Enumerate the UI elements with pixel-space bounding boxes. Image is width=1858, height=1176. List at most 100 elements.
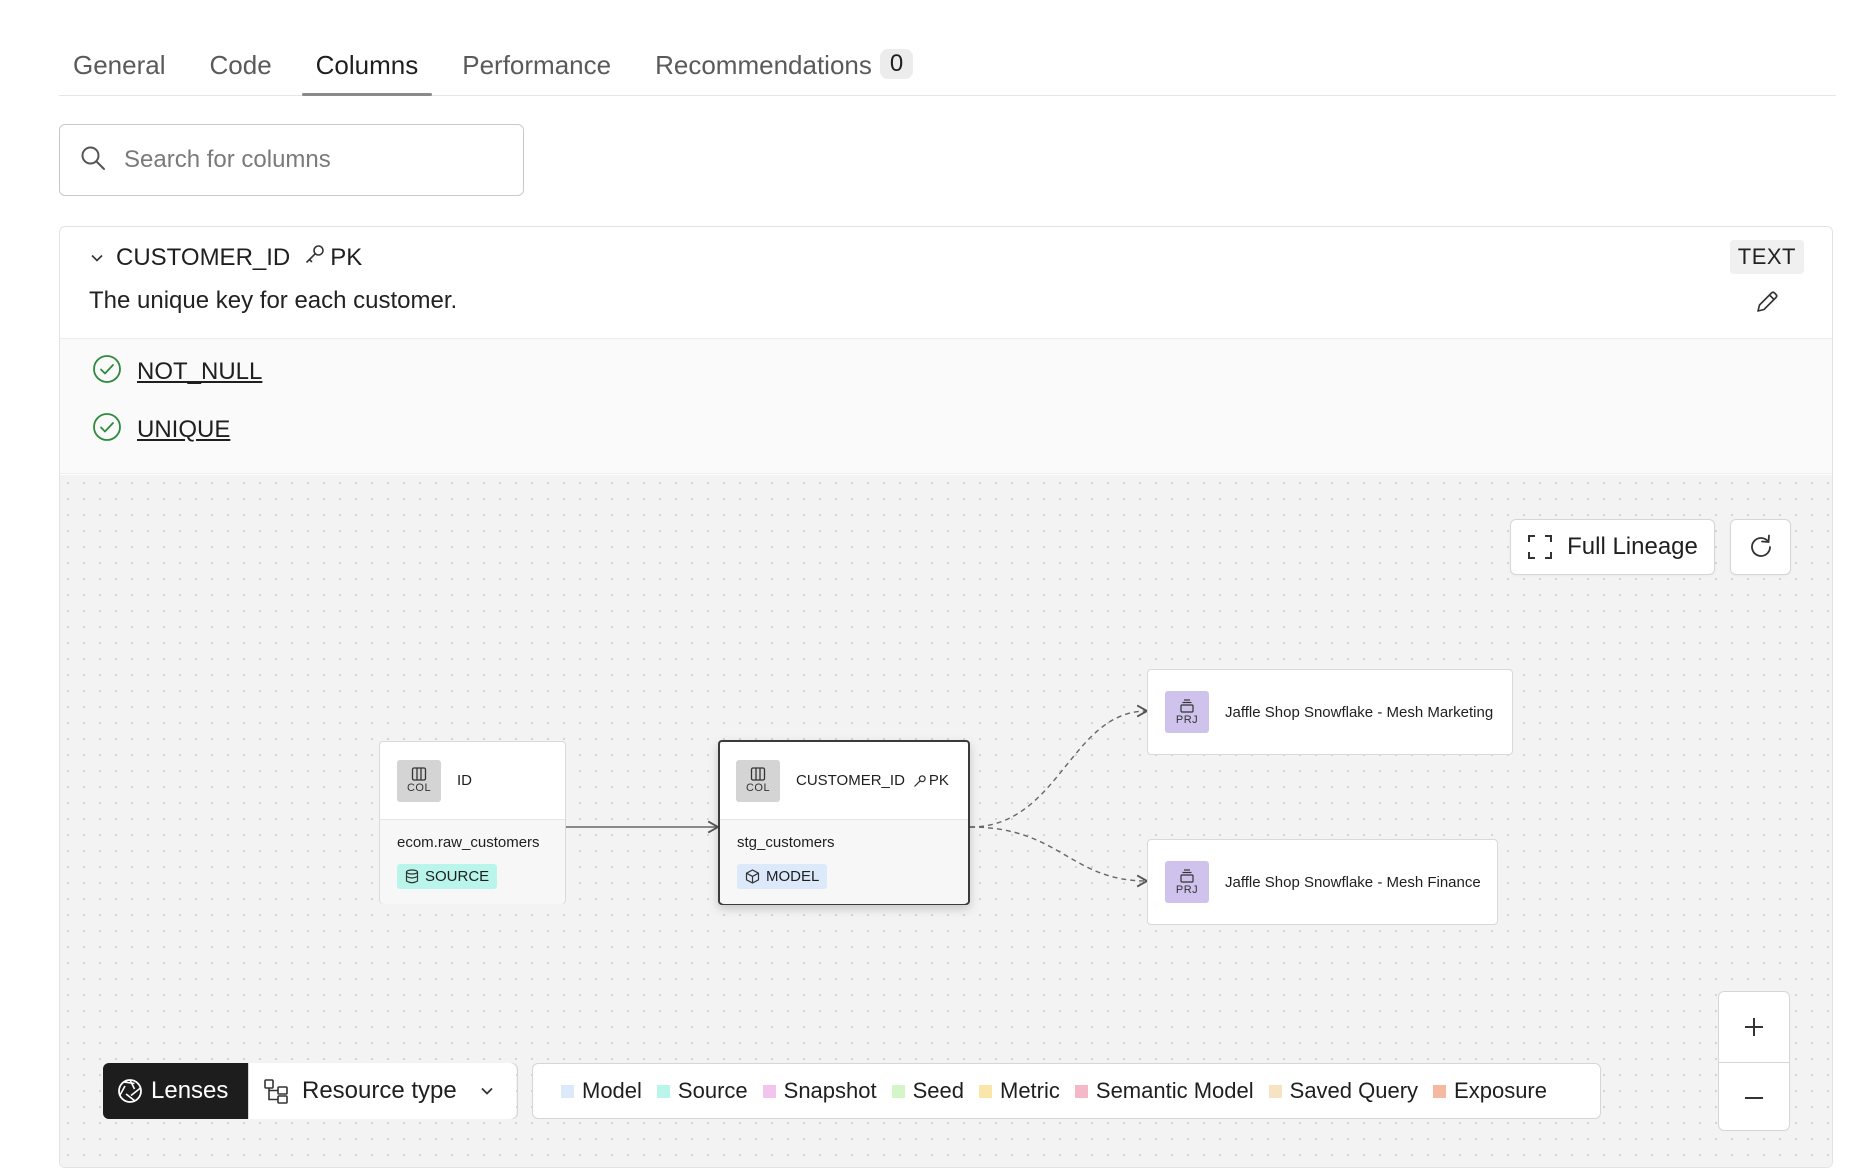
column-header: CUSTOMER_ID PK The unique key for each c… <box>60 227 1832 339</box>
legend-label: Exposure <box>1454 1078 1547 1103</box>
column-title-row: CUSTOMER_ID PK <box>90 243 362 272</box>
zoom-out-button[interactable] <box>1719 1062 1789 1130</box>
search-input[interactable] <box>124 146 504 174</box>
test-item: NOT_NULL <box>92 354 1832 387</box>
column-description: The unique key for each customer. <box>89 287 458 314</box>
full-lineage-button[interactable]: Full Lineage <box>1510 519 1715 575</box>
project-icon: PRJ <box>1165 861 1209 903</box>
recommendations-count-badge: 0 <box>879 49 914 79</box>
column-icon: COL <box>736 759 780 802</box>
chevron-down-icon[interactable] <box>90 251 104 265</box>
primary-key-indicator: PK <box>304 243 362 272</box>
legend-swatch <box>1268 1084 1282 1098</box>
legend-swatch <box>891 1084 905 1098</box>
legend-item: Source <box>656 1078 748 1104</box>
legend-label: Saved Query <box>1289 1078 1419 1103</box>
legend-item: Saved Query <box>1268 1078 1419 1104</box>
node-resource-name: stg_customers <box>737 834 835 851</box>
column-tests: NOT_NULL UNIQUE <box>60 339 1832 474</box>
legend-item: Seed <box>891 1078 964 1104</box>
plus-icon <box>1742 1015 1766 1039</box>
lenses-label: Lenses <box>151 1077 229 1104</box>
lineage-node-project-marketing[interactable]: PRJ Jaffle Shop Snowflake - Mesh Marketi… <box>1147 669 1513 755</box>
refresh-button[interactable] <box>1730 519 1791 575</box>
zoom-in-button[interactable] <box>1719 992 1789 1062</box>
edge-model-to-marketing <box>969 704 1149 828</box>
legend-label: Snapshot <box>783 1078 877 1103</box>
source-type-chip: SOURCE <box>397 864 498 889</box>
key-icon <box>913 774 927 788</box>
refresh-icon <box>1748 534 1774 560</box>
tab-columns[interactable]: Columns <box>301 40 433 96</box>
cube-icon <box>745 869 760 884</box>
edge-model-to-finance <box>969 826 1149 888</box>
col-badge: COL <box>745 782 771 794</box>
legend-item: Exposure <box>1433 1078 1547 1104</box>
prj-badge: PRJ <box>1175 713 1199 726</box>
legend-label: Metric <box>1000 1078 1060 1103</box>
prj-badge: PRJ <box>1175 883 1199 896</box>
pencil-icon[interactable] <box>1754 289 1780 320</box>
tab-general-label: General <box>73 50 166 80</box>
legend-item: Snapshot <box>762 1078 877 1104</box>
database-icon <box>405 869 419 884</box>
expand-icon <box>1527 534 1553 560</box>
node-header: COL CUSTOMER_ID PK <box>720 742 968 820</box>
node-pk-label: PK <box>928 772 949 789</box>
check-circle-icon <box>92 412 122 449</box>
test-item: UNIQUE <box>92 412 1832 445</box>
legend-swatch <box>656 1084 670 1098</box>
column-name: CUSTOMER_ID <box>116 243 291 271</box>
chevron-down-icon <box>479 1083 495 1099</box>
project-icon: PRJ <box>1165 691 1209 733</box>
data-type-badge: TEXT <box>1729 240 1804 274</box>
lineage-canvas[interactable]: Full Lineage COL ID ecom.raw_customers S… <box>60 475 1832 1167</box>
test-link-unique[interactable]: UNIQUE <box>137 416 230 444</box>
node-column-name: CUSTOMER_ID <box>796 772 905 789</box>
legend-item: Semantic Model <box>1074 1078 1254 1104</box>
resource-type-dropdown[interactable]: Resource type <box>248 1063 516 1119</box>
search-icon <box>80 145 106 176</box>
legend-item: Model <box>561 1078 642 1104</box>
test-link-not-null[interactable]: NOT_NULL <box>137 358 262 386</box>
legend-swatch <box>1433 1084 1447 1098</box>
node-body: ecom.raw_customers SOURCE <box>380 820 565 904</box>
resource-type-label: Resource type <box>302 1077 457 1104</box>
zoom-controls <box>1718 991 1790 1131</box>
legend-item: Metric <box>979 1078 1060 1104</box>
project-node-label: Jaffle Shop Snowflake - Mesh Marketing <box>1225 703 1494 721</box>
node-header: COL ID <box>380 742 565 820</box>
tab-code-label: Code <box>209 50 272 80</box>
lineage-node-project-finance[interactable]: PRJ Jaffle Shop Snowflake - Mesh Finance <box>1147 839 1498 925</box>
tab-general[interactable]: General <box>59 40 180 95</box>
legend-swatch <box>1074 1084 1088 1098</box>
legend-swatch <box>979 1084 992 1098</box>
legend-swatch <box>561 1084 574 1098</box>
resource-legend: Model Source Snapshot Seed Metric Semantic Mo… <box>532 1063 1601 1119</box>
tab-bar: General Code Columns Performance Recomme… <box>59 40 1836 96</box>
aperture-icon <box>117 1078 143 1104</box>
key-icon <box>304 243 326 272</box>
node-column-name: ID <box>457 772 472 789</box>
col-badge: COL <box>406 782 432 794</box>
lineage-node-source[interactable]: COL ID ecom.raw_customers SOURCE <box>379 741 566 904</box>
lenses-button[interactable]: Lenses <box>103 1063 248 1119</box>
lineage-node-model[interactable]: COL CUSTOMER_ID PK stg_customers MODEL <box>718 740 970 905</box>
tab-performance-label: Performance <box>462 50 612 80</box>
source-type-label: SOURCE <box>425 868 490 885</box>
project-node-label: Jaffle Shop Snowflake - Mesh Finance <box>1225 873 1481 891</box>
node-body: stg_customers MODEL <box>720 820 968 904</box>
full-lineage-label: Full Lineage <box>1567 533 1698 560</box>
tab-columns-label: Columns <box>315 50 419 80</box>
column-search <box>59 124 524 196</box>
tab-performance[interactable]: Performance <box>448 40 625 95</box>
column-card: CUSTOMER_ID PK The unique key for each c… <box>59 226 1833 1168</box>
legend-label: Model <box>582 1078 642 1103</box>
lenses-toolbar: Lenses Resource type <box>103 1063 516 1119</box>
hierarchy-icon <box>263 1078 289 1104</box>
tab-code[interactable]: Code <box>196 40 286 95</box>
legend-label: Source <box>677 1078 748 1103</box>
tab-recommendations[interactable]: Recommendations 0 <box>641 40 927 95</box>
legend-label: Seed <box>912 1078 964 1103</box>
legend-label: Semantic Model <box>1095 1078 1254 1103</box>
